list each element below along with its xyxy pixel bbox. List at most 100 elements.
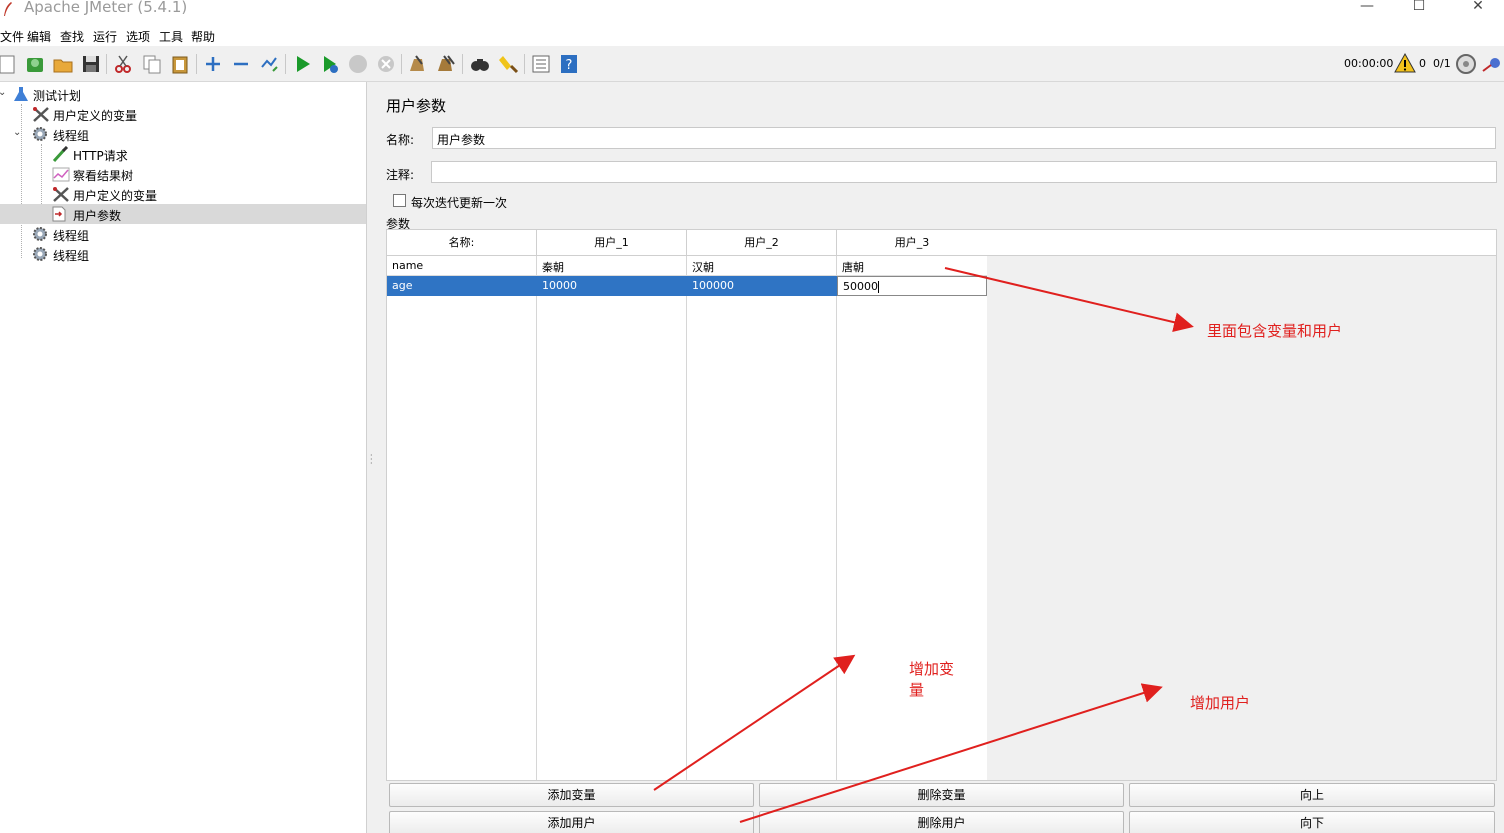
- tree-node-test-plan[interactable]: ⌄ 测试计划: [0, 84, 366, 104]
- expand-icon[interactable]: [202, 53, 224, 75]
- tree-node-user-defined-variables[interactable]: 用户定义的变量: [0, 104, 366, 124]
- table-row[interactable]: name 秦朝 汉朝 唐朝: [387, 256, 987, 276]
- tree-label: 线程组: [53, 229, 90, 243]
- tree-label: 线程组: [53, 129, 90, 143]
- column-header-user-1[interactable]: 用户_1: [537, 230, 687, 256]
- tree-label: 用户参数: [73, 209, 122, 223]
- collapse-toggle-icon[interactable]: ⌄: [0, 87, 6, 98]
- tree-node-view-results-tree[interactable]: 察看结果树: [0, 164, 366, 184]
- jmeter-logo-icon: [4, 2, 12, 16]
- table-cell[interactable]: name: [387, 256, 537, 276]
- move-up-button[interactable]: 向上: [1129, 783, 1495, 807]
- table-header: 名称: 用户_1 用户_2 用户_3: [387, 230, 1496, 256]
- menu-options[interactable]: 选项: [126, 28, 150, 45]
- table-body: name 秦朝 汉朝 唐朝 age 10000 100000 50000: [387, 256, 987, 780]
- menu-search[interactable]: 查找: [60, 28, 84, 45]
- toolbar-separator: [524, 54, 525, 74]
- search-icon[interactable]: [469, 53, 491, 75]
- user-params-icon: [52, 206, 66, 222]
- table-cell[interactable]: 唐朝: [837, 256, 987, 276]
- text-caret: [878, 281, 879, 293]
- warning-count: 0: [1419, 57, 1426, 70]
- table-cell[interactable]: 10000: [537, 276, 687, 296]
- svg-text:?: ?: [566, 58, 573, 73]
- column-divider: [536, 256, 537, 780]
- paste-icon[interactable]: [169, 53, 191, 75]
- tree-node-http-request[interactable]: HTTP请求: [0, 144, 366, 164]
- move-down-button[interactable]: 向下: [1129, 811, 1495, 833]
- table-cell[interactable]: 秦朝: [537, 256, 687, 276]
- open-icon[interactable]: [52, 53, 74, 75]
- warning-icon[interactable]: [1394, 52, 1416, 74]
- name-field[interactable]: 用户参数: [432, 127, 1496, 149]
- toggle-icon[interactable]: [258, 53, 280, 75]
- remote-status-icon[interactable]: [1455, 53, 1477, 75]
- menu-run[interactable]: 运行: [93, 28, 117, 45]
- copy-icon[interactable]: [141, 53, 163, 75]
- table-row-selected[interactable]: age 10000 100000 50000: [387, 276, 987, 296]
- reset-search-icon[interactable]: [497, 53, 519, 75]
- table-cell[interactable]: age: [387, 276, 537, 296]
- templates-icon[interactable]: [24, 53, 46, 75]
- column-header-user-2[interactable]: 用户_2: [687, 230, 837, 256]
- tree-label: HTTP请求: [73, 149, 128, 163]
- annotation-add-variable-line1: 增加变: [909, 660, 955, 678]
- cut-icon[interactable]: [112, 53, 134, 75]
- toolbar-separator: [106, 54, 107, 74]
- annotation-contains: 里面包含变量和用户: [1207, 322, 1343, 340]
- new-icon[interactable]: [0, 53, 18, 75]
- collapse-icon[interactable]: [230, 53, 252, 75]
- clear-icon[interactable]: [406, 53, 428, 75]
- tree-label: 察看结果树: [73, 169, 134, 183]
- name-label: 名称:: [386, 133, 415, 147]
- per-iteration-label: 每次迭代更新一次: [411, 196, 508, 210]
- tree-label: 线程组: [53, 249, 90, 263]
- toolbar-separator: [285, 54, 286, 74]
- tree-node-user-defined-variables-2[interactable]: 用户定义的变量: [0, 184, 366, 204]
- column-header-name[interactable]: 名称:: [387, 230, 537, 256]
- table-cell[interactable]: 汉朝: [687, 256, 837, 276]
- menu-edit[interactable]: 编辑: [27, 28, 51, 45]
- maximize-button[interactable]: ☐: [1396, 0, 1442, 14]
- comment-label: 注释:: [386, 168, 415, 182]
- minimize-button[interactable]: —: [1344, 0, 1390, 14]
- add-user-button[interactable]: 添加用户: [389, 811, 754, 833]
- log-viewer-icon[interactable]: [1481, 53, 1503, 75]
- tree-node-user-parameters[interactable]: 用户参数: [0, 204, 366, 224]
- toolbar-separator: [462, 54, 463, 74]
- stop-icon[interactable]: [347, 53, 369, 75]
- add-variable-button[interactable]: 添加变量: [389, 783, 754, 807]
- menu-file[interactable]: 文件: [0, 28, 24, 45]
- comment-field[interactable]: [431, 161, 1497, 183]
- graph-icon: [52, 167, 70, 182]
- start-no-pause-icon[interactable]: [319, 53, 341, 75]
- splitter-grip-icon[interactable]: · · ·: [370, 452, 373, 468]
- title-bar: Apache JMeter (5.4.1) — ☐ ✕: [0, 0, 1504, 24]
- help-icon[interactable]: ?: [558, 53, 580, 75]
- tree-node-thread-group-3[interactable]: 线程组: [0, 244, 366, 264]
- delete-variable-button[interactable]: 删除变量: [759, 783, 1124, 807]
- collapse-toggle-icon[interactable]: ⌄: [13, 127, 21, 138]
- table-cell-editor[interactable]: 50000: [837, 276, 987, 296]
- close-button[interactable]: ✕: [1455, 0, 1501, 14]
- save-icon[interactable]: [80, 53, 102, 75]
- gear-icon: [33, 247, 47, 261]
- clear-all-icon[interactable]: [435, 53, 457, 75]
- menu-help[interactable]: 帮助: [191, 28, 215, 45]
- tree-label: 用户定义的变量: [73, 189, 158, 203]
- user-parameters-panel: 用户参数 名称: 用户参数 注释: 每次迭代更新一次 参数 名称: 用户_1 用…: [377, 82, 1504, 833]
- panel-title: 用户参数: [386, 97, 447, 115]
- table-cell[interactable]: 100000: [687, 276, 837, 296]
- column-divider: [686, 256, 687, 780]
- split-pane-divider[interactable]: · · ·: [366, 82, 376, 833]
- tree-node-thread-group[interactable]: ⌄ 线程组: [0, 124, 366, 144]
- delete-user-button[interactable]: 删除用户: [759, 811, 1124, 833]
- shutdown-icon[interactable]: [375, 53, 397, 75]
- tree-node-thread-group-2[interactable]: 线程组: [0, 224, 366, 244]
- function-helper-icon[interactable]: [530, 53, 552, 75]
- menu-tools[interactable]: 工具: [159, 28, 183, 45]
- per-iteration-checkbox[interactable]: [393, 194, 406, 207]
- active-threads-count: 0/1: [1433, 57, 1451, 70]
- start-icon[interactable]: [292, 53, 314, 75]
- column-header-user-3[interactable]: 用户_3: [837, 230, 987, 256]
